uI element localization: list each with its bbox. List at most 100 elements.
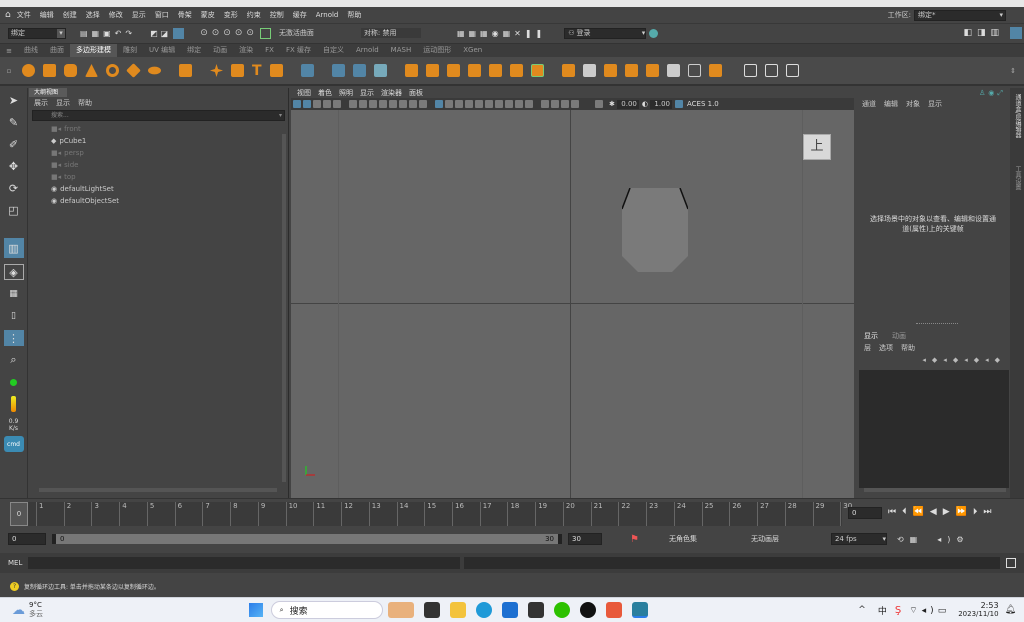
smooth-icon[interactable] bbox=[373, 64, 387, 77]
sculpt-icon[interactable] bbox=[743, 64, 757, 77]
separate-icon[interactable] bbox=[352, 64, 366, 77]
shelf-tab-uv-editing[interactable]: UV 编辑 bbox=[143, 44, 181, 57]
shelf-tab-surfaces[interactable]: 曲面 bbox=[44, 44, 70, 57]
shelf-scroll-icon[interactable]: ⇕ bbox=[1010, 67, 1016, 75]
shelf-options-icon[interactable]: ▫ bbox=[0, 67, 18, 75]
svg-icon[interactable] bbox=[269, 64, 283, 77]
uv-unfold-icon[interactable] bbox=[785, 64, 799, 77]
isolate-select-icon[interactable] bbox=[541, 100, 549, 108]
start-icon[interactable] bbox=[248, 603, 263, 617]
fps-dropdown[interactable]: 24 fps ▾ bbox=[830, 533, 887, 545]
taskbar-search[interactable]: ⌕ 搜索 bbox=[270, 601, 383, 619]
outliner-item-top[interactable]: ■◂ top bbox=[29, 171, 288, 183]
edge-icon[interactable] bbox=[475, 602, 492, 618]
poly-cube-icon[interactable] bbox=[43, 64, 56, 77]
notification-icon[interactable]: 🔔︎ bbox=[1005, 605, 1016, 615]
end-time-field[interactable]: 30 bbox=[568, 533, 602, 545]
menu-windows[interactable]: 窗口 bbox=[155, 10, 169, 20]
multisample-icon[interactable] bbox=[515, 100, 523, 108]
tray-app-icon[interactable]: Ş bbox=[895, 605, 901, 616]
colorspace-toggle-icon[interactable] bbox=[674, 100, 683, 108]
shelf-tab-fx-caching[interactable]: FX 缓存 bbox=[280, 44, 317, 57]
menu-deform[interactable]: 变形 bbox=[224, 10, 238, 20]
append-icon[interactable] bbox=[488, 64, 502, 77]
file-explorer-icon[interactable] bbox=[449, 602, 466, 618]
pcube1-mesh[interactable] bbox=[622, 188, 688, 272]
menu-cache[interactable]: 缓存 bbox=[293, 10, 307, 20]
playback-controls[interactable]: ⏮⏴⏪◀▶⏩⏵⏭ bbox=[888, 507, 997, 517]
offset-loop-icon[interactable] bbox=[666, 64, 680, 77]
target-weld-icon[interactable] bbox=[582, 64, 596, 77]
viewport-menu-show[interactable]: 显示 bbox=[360, 88, 374, 98]
uv-layout-icon[interactable] bbox=[764, 64, 778, 77]
layer-menu-help[interactable]: 帮助 bbox=[901, 343, 915, 353]
rotate-tool-icon[interactable]: ⟳ bbox=[4, 180, 24, 196]
snap-icons[interactable]: ⊙⊙⊙⊙⊙ bbox=[200, 28, 258, 38]
color-management-icon[interactable] bbox=[595, 100, 603, 108]
shadows-icon[interactable] bbox=[485, 100, 493, 108]
shelf-tab-fx[interactable]: FX bbox=[259, 44, 280, 57]
network-volume-battery-icons[interactable]: ⌔◂)▭ bbox=[909, 605, 950, 616]
depth-of-field-icon[interactable] bbox=[525, 100, 533, 108]
channelbox-menu-channels[interactable]: 通道 bbox=[862, 99, 876, 109]
layer-buttons-icons[interactable]: ◂◆◂◆◂◆◂◆ bbox=[922, 356, 1006, 364]
shelf-menu-icon[interactable]: ≡ bbox=[0, 47, 18, 55]
viewport-menu-renderer[interactable]: 渲染器 bbox=[381, 88, 402, 98]
channelbox-menu-show[interactable]: 显示 bbox=[928, 99, 942, 109]
menu-help[interactable]: 帮助 bbox=[347, 10, 361, 20]
camera-attributes-icon[interactable] bbox=[303, 100, 311, 108]
shelf-tab-custom[interactable]: 自定义 bbox=[317, 44, 350, 57]
edge-loop-icon[interactable] bbox=[645, 64, 659, 77]
outliner-item-default-object-set[interactable]: ◉ defaultObjectSet bbox=[29, 195, 288, 207]
channelbox-menu-object[interactable]: 对象 bbox=[906, 99, 920, 109]
layer-tab-display[interactable]: 显示 bbox=[864, 331, 878, 341]
maya-taskbar-icon[interactable] bbox=[631, 602, 648, 618]
exposure-field[interactable]: 0.00 bbox=[616, 99, 639, 109]
cmdline-language[interactable]: MEL bbox=[8, 559, 26, 567]
home-icon[interactable]: ⌂ bbox=[5, 10, 11, 20]
exposure-icon[interactable]: ✱ bbox=[609, 100, 615, 108]
shelf-tab-polygon-modeling[interactable]: 多边形建模 bbox=[70, 44, 117, 57]
login-field[interactable]: ⚇ 登录 ▾ bbox=[564, 27, 647, 39]
mirror-icon[interactable] bbox=[561, 64, 575, 77]
gate-mask-icon[interactable] bbox=[389, 100, 397, 108]
app-icon[interactable] bbox=[527, 602, 544, 618]
tab-channelbox-layer-editor[interactable]: 通道盒/层编辑器 bbox=[1013, 94, 1022, 152]
shelf-tab-rendering[interactable]: 渲染 bbox=[233, 44, 259, 57]
grid-icon[interactable] bbox=[359, 100, 367, 108]
menu-control[interactable]: 控制 bbox=[270, 10, 284, 20]
snap-active-icon[interactable] bbox=[259, 27, 271, 39]
layout-four-icon[interactable]: ◈ bbox=[3, 264, 24, 280]
channelbox-icons[interactable]: ♙◉⤢ bbox=[979, 89, 1006, 98]
render-icons[interactable]: ▦▦▦◉▦✕❚❚ bbox=[457, 29, 546, 38]
outliner-item-persp[interactable]: ■◂ persp bbox=[29, 147, 288, 159]
field-chart-icon[interactable] bbox=[399, 100, 407, 108]
menu-select[interactable]: 选择 bbox=[86, 10, 100, 20]
outliner-hscrollbar[interactable] bbox=[39, 488, 277, 492]
wire-on-shaded-icon[interactable] bbox=[455, 100, 463, 108]
poly-sphere-icon[interactable] bbox=[22, 64, 35, 77]
viewport-menu-shading[interactable]: 着色 bbox=[318, 88, 332, 98]
menu-edit[interactable]: 编辑 bbox=[40, 10, 54, 20]
timeline-track[interactable]: 0 1 2 3 4 5 6 7 8 9 10 11 12 13 14 15 16 17 18 19 20 21 22 23 2… bbox=[10, 502, 852, 526]
shelf-tab-arnold[interactable]: Arnold bbox=[350, 44, 385, 57]
viewport-canvas[interactable]: 上 bbox=[291, 110, 854, 498]
current-frame-field[interactable]: 0 bbox=[848, 507, 882, 519]
poly-platonic-icon[interactable] bbox=[179, 64, 192, 77]
multi-cut-icon[interactable] bbox=[530, 64, 544, 77]
safe-action-icon[interactable] bbox=[409, 100, 417, 108]
help-circle-icon[interactable] bbox=[649, 28, 659, 38]
ambient-occlusion-icon[interactable] bbox=[495, 100, 503, 108]
textured-icon[interactable] bbox=[465, 100, 473, 108]
cmdline-input[interactable] bbox=[28, 557, 460, 569]
layer-list[interactable] bbox=[859, 370, 1009, 488]
viewport-menu-view[interactable]: 视图 bbox=[297, 88, 311, 98]
anim-layer-dropdown[interactable]: 无动画层 bbox=[751, 534, 823, 544]
select-tool-icon[interactable]: ➤ bbox=[4, 92, 24, 108]
workspace-dropdown[interactable]: 绑定* ▾ bbox=[914, 9, 1006, 21]
office-icon[interactable] bbox=[605, 602, 622, 618]
lasso-tool-icon[interactable]: ✎ bbox=[4, 114, 24, 130]
store-icon[interactable] bbox=[501, 602, 518, 618]
current-frame-marker[interactable]: 0 bbox=[10, 502, 28, 526]
motion-blur-icon[interactable] bbox=[505, 100, 513, 108]
